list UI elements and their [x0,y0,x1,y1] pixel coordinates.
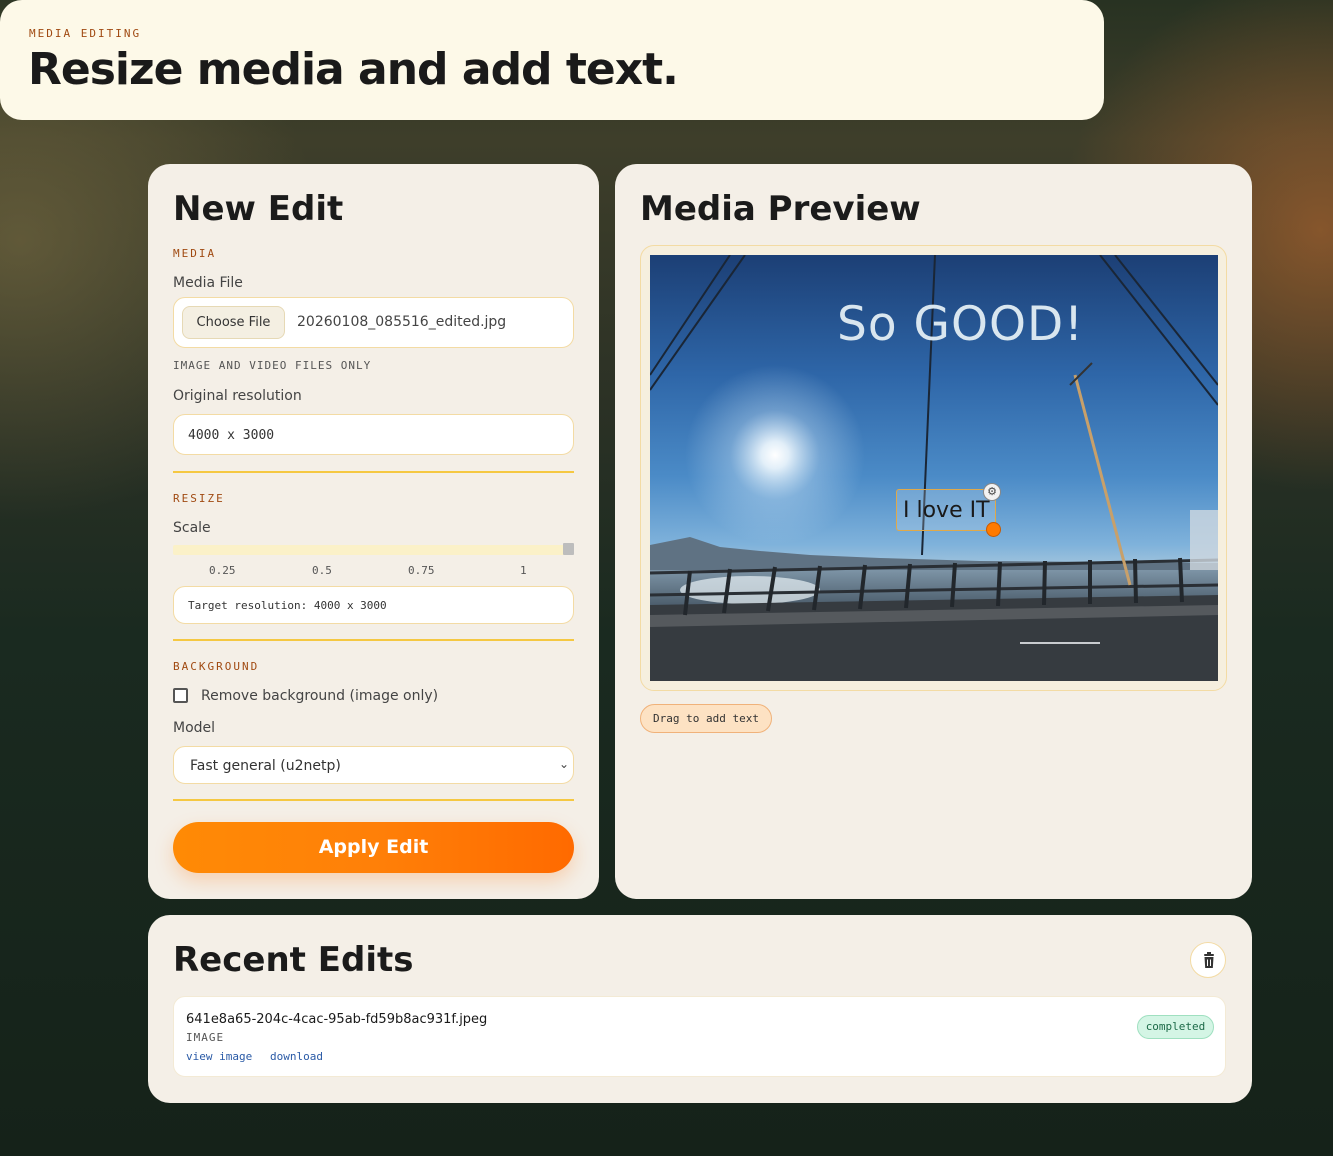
resize-section-label: RESIZE [173,492,225,505]
resize-handle[interactable] [986,522,1001,537]
overlay-text-box[interactable]: I love IT [896,489,996,531]
overlay-text-so-good[interactable]: So GOOD! [837,297,1084,352]
original-resolution-label: Original resolution [173,388,302,404]
scale-slider[interactable] [173,545,574,555]
page-header: MEDIA EDITING Resize media and add text. [0,0,1104,120]
scale-tick: 0.25 [209,564,236,577]
scale-label: Scale [173,520,211,536]
clear-history-button[interactable] [1190,942,1226,978]
remove-background-checkbox[interactable] [173,688,188,703]
media-file-label: Media File [173,275,243,291]
preview-image: So GOOD! I love IT ⚙ [650,255,1218,681]
recent-edits-panel: Recent Edits 641e8a65-204c-4cac-95ab-fd5… [148,915,1252,1103]
media-file-input[interactable]: Choose File 20260108_085516_edited.jpg [173,297,574,348]
section-divider [173,799,574,801]
model-label: Model [173,720,216,736]
overlay-text-love-it[interactable]: I love IT [903,498,990,523]
media-section-label: MEDIA [173,247,217,260]
selected-file-name: 20260108_085516_edited.jpg [297,314,507,330]
scale-tick: 0.5 [312,564,332,577]
scale-tick: 1 [520,564,527,577]
background-section-label: BACKGROUND [173,660,260,673]
edit-file-name: 641e8a65-204c-4cac-95ab-fd59b8ac931f.jpe… [186,1012,488,1027]
download-link[interactable]: download [270,1050,323,1063]
apply-edit-button[interactable]: Apply Edit [173,822,574,873]
new-edit-title: New Edit [173,189,344,229]
scale-slider-thumb[interactable] [563,543,574,555]
page-title: Resize media and add text. [28,44,679,95]
preview-frame: So GOOD! I love IT ⚙ [640,245,1227,691]
recent-edits-title: Recent Edits [173,940,414,980]
header-eyebrow: MEDIA EDITING [29,27,142,40]
status-badge: completed [1137,1015,1214,1039]
new-edit-panel: New Edit MEDIA Media File Choose File 20… [148,164,599,899]
section-divider [173,639,574,641]
media-preview-panel: Media Preview So GOOD! I love IT ⚙ Drag … [615,164,1252,899]
target-resolution-field: Target resolution: 4000 x 3000 [173,586,574,624]
choose-file-button[interactable]: Choose File [182,306,285,339]
scale-tick: 0.75 [408,564,435,577]
file-type-hint: IMAGE AND VIDEO FILES ONLY [173,359,372,372]
remove-background-label[interactable]: Remove background (image only) [201,688,438,704]
trash-icon [1204,952,1214,968]
media-preview-title: Media Preview [640,189,921,229]
chevron-down-icon: ⌄ [558,757,569,771]
edit-media-type: IMAGE [186,1031,225,1044]
model-selected-value: Fast general (u2netp) [190,758,341,774]
view-image-link[interactable]: view image [186,1050,252,1063]
original-resolution-value: 4000 x 3000 [188,428,275,443]
gear-icon[interactable]: ⚙ [983,483,1001,501]
section-divider [173,471,574,473]
target-resolution-value: Target resolution: 4000 x 3000 [188,599,387,612]
original-resolution-field: 4000 x 3000 [173,414,574,455]
model-select[interactable]: Fast general (u2netp) ⌄ [173,746,574,784]
drag-to-add-text-chip[interactable]: Drag to add text [640,704,772,733]
recent-edit-item: 641e8a65-204c-4cac-95ab-fd59b8ac931f.jpe… [173,996,1226,1077]
